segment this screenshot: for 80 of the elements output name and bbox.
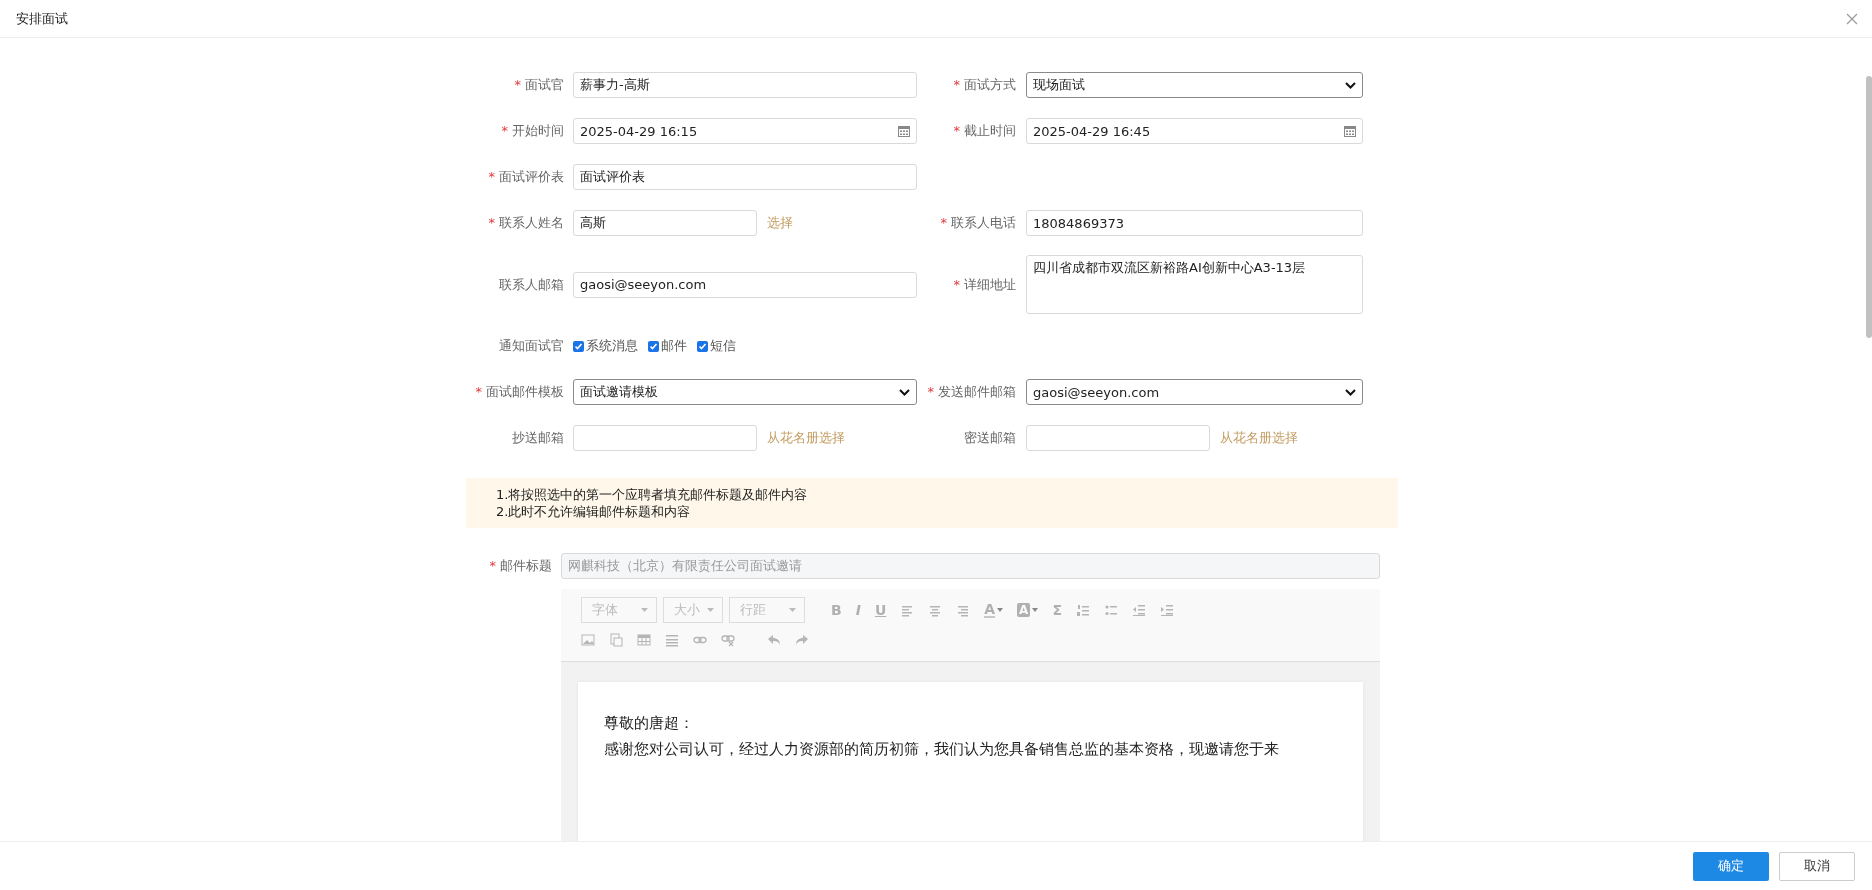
select-dropdown[interactable]: 面试邀请模板	[573, 379, 917, 405]
text-input[interactable]: 面试评价表	[573, 164, 917, 190]
select-dropdown[interactable]: 现场面试	[1026, 72, 1363, 98]
checkbox[interactable]	[648, 340, 659, 352]
toolbar-dropdown[interactable]: 大小	[663, 597, 723, 623]
notice-text: 1.将按照选中的第一个应聘者填充邮件标题及邮件内容	[496, 486, 809, 503]
toolbar-dropdown[interactable]: 行距	[729, 597, 805, 623]
date-input[interactable]: 2025-04-29 16:45	[1026, 118, 1363, 144]
field-label: * 邮件标题	[488, 557, 553, 575]
format-button[interactable]: Σ	[1052, 603, 1062, 617]
numbered-list-icon[interactable]	[1076, 603, 1090, 617]
field-label: 密送邮箱	[963, 429, 1017, 447]
unlink-icon[interactable]	[721, 633, 735, 647]
align-right-icon[interactable]	[956, 603, 971, 617]
field-label: * 面试评价表	[487, 168, 565, 186]
align-left-icon[interactable]	[900, 603, 915, 617]
toolbar-dropdown[interactable]: 字体	[581, 597, 657, 623]
format-button[interactable]: A	[1017, 603, 1031, 617]
caret-icon[interactable]	[789, 608, 796, 612]
cancel-button[interactable]: 取消	[1779, 851, 1855, 881]
text-input[interactable]: 高斯	[573, 210, 757, 236]
caret-icon[interactable]	[997, 608, 1004, 612]
indent-icon[interactable]	[1160, 603, 1174, 617]
checkbox-label: 邮件	[661, 337, 687, 355]
format-button[interactable]: B	[831, 603, 842, 617]
horizontal-rule-icon[interactable]	[665, 633, 679, 647]
calendar-icon[interactable]	[898, 125, 910, 137]
align-center-icon[interactable]	[928, 603, 943, 617]
select-link[interactable]: 从花名册选择	[767, 429, 845, 447]
caret-icon[interactable]	[641, 608, 648, 612]
caret-icon[interactable]	[1032, 608, 1039, 612]
format-button[interactable]: U	[874, 603, 887, 617]
checkbox[interactable]	[573, 340, 584, 352]
email-body[interactable]: 尊敬的唐超： 感谢您对公司认可，经过人力资源部的简历初筛，我们认为您具备销售总监的基本资格，现邀请您于来	[578, 682, 1363, 841]
field-label: * 联系人电话	[939, 214, 1017, 232]
format-button[interactable]: I	[855, 603, 861, 617]
email-paragraph: 感谢您对公司认可，经过人力资源部的简历初筛，我们认为您具备销售总监的基本资格，现邀请您于来	[604, 739, 1280, 760]
field-label: 抄送邮箱	[511, 429, 565, 447]
format-button[interactable]: A	[984, 602, 996, 618]
text-input[interactable]	[573, 425, 757, 451]
checkbox[interactable]	[697, 340, 708, 352]
calendar-icon[interactable]	[1344, 125, 1356, 137]
select-dropdown[interactable]: gaosi@seeyon.com	[1026, 379, 1363, 405]
document-icon[interactable]	[609, 633, 623, 647]
field-label: * 截止时间	[952, 122, 1017, 140]
select-link[interactable]: 从花名册选择	[1220, 429, 1298, 447]
field-label: * 发送邮件邮箱	[926, 383, 1017, 401]
redo-icon[interactable]	[795, 633, 809, 647]
bullet-list-icon[interactable]	[1104, 603, 1118, 617]
text-input[interactable]: 薪事力-高斯	[573, 72, 917, 98]
confirm-button[interactable]: 确定	[1693, 851, 1769, 881]
text-input[interactable]: gaosi@seeyon.com	[573, 271, 917, 298]
chevron-down-icon[interactable]	[1345, 81, 1356, 89]
notice-text: 2.此时不允许编辑邮件标题和内容	[496, 503, 692, 520]
field-label: 通知面试官	[498, 337, 565, 355]
field-label: * 面试邮件模板	[474, 383, 565, 401]
field-label: * 面试官	[513, 76, 565, 94]
dialog-title: 安排面试	[16, 9, 68, 28]
text-input[interactable]: 18084869373	[1026, 210, 1363, 236]
chevron-down-icon[interactable]	[1345, 388, 1356, 396]
select-link[interactable]: 选择	[767, 214, 793, 232]
image-icon[interactable]	[581, 633, 595, 647]
text-input[interactable]	[1026, 425, 1210, 451]
field-label: * 详细地址	[952, 275, 1017, 294]
undo-icon[interactable]	[767, 633, 781, 647]
email-paragraph: 尊敬的唐超：	[604, 713, 695, 734]
address-textarea[interactable]: 四川省成都市双流区新裕路AI创新中心A3-13层	[1026, 255, 1363, 314]
outdent-icon[interactable]	[1132, 603, 1146, 617]
checkbox-label: 短信	[710, 337, 736, 355]
scrollbar[interactable]	[1866, 76, 1872, 338]
checkbox-label: 系统消息	[586, 337, 638, 355]
field-label: 联系人邮箱	[498, 275, 565, 294]
field-label: * 开始时间	[500, 122, 565, 140]
date-input[interactable]: 2025-04-29 16:15	[573, 118, 917, 144]
close-icon[interactable]	[1846, 12, 1858, 25]
chevron-down-icon[interactable]	[899, 388, 910, 396]
caret-icon[interactable]	[707, 608, 714, 612]
field-label: * 面试方式	[952, 76, 1017, 94]
table-icon[interactable]	[637, 633, 651, 647]
field-label: * 联系人姓名	[487, 214, 565, 232]
